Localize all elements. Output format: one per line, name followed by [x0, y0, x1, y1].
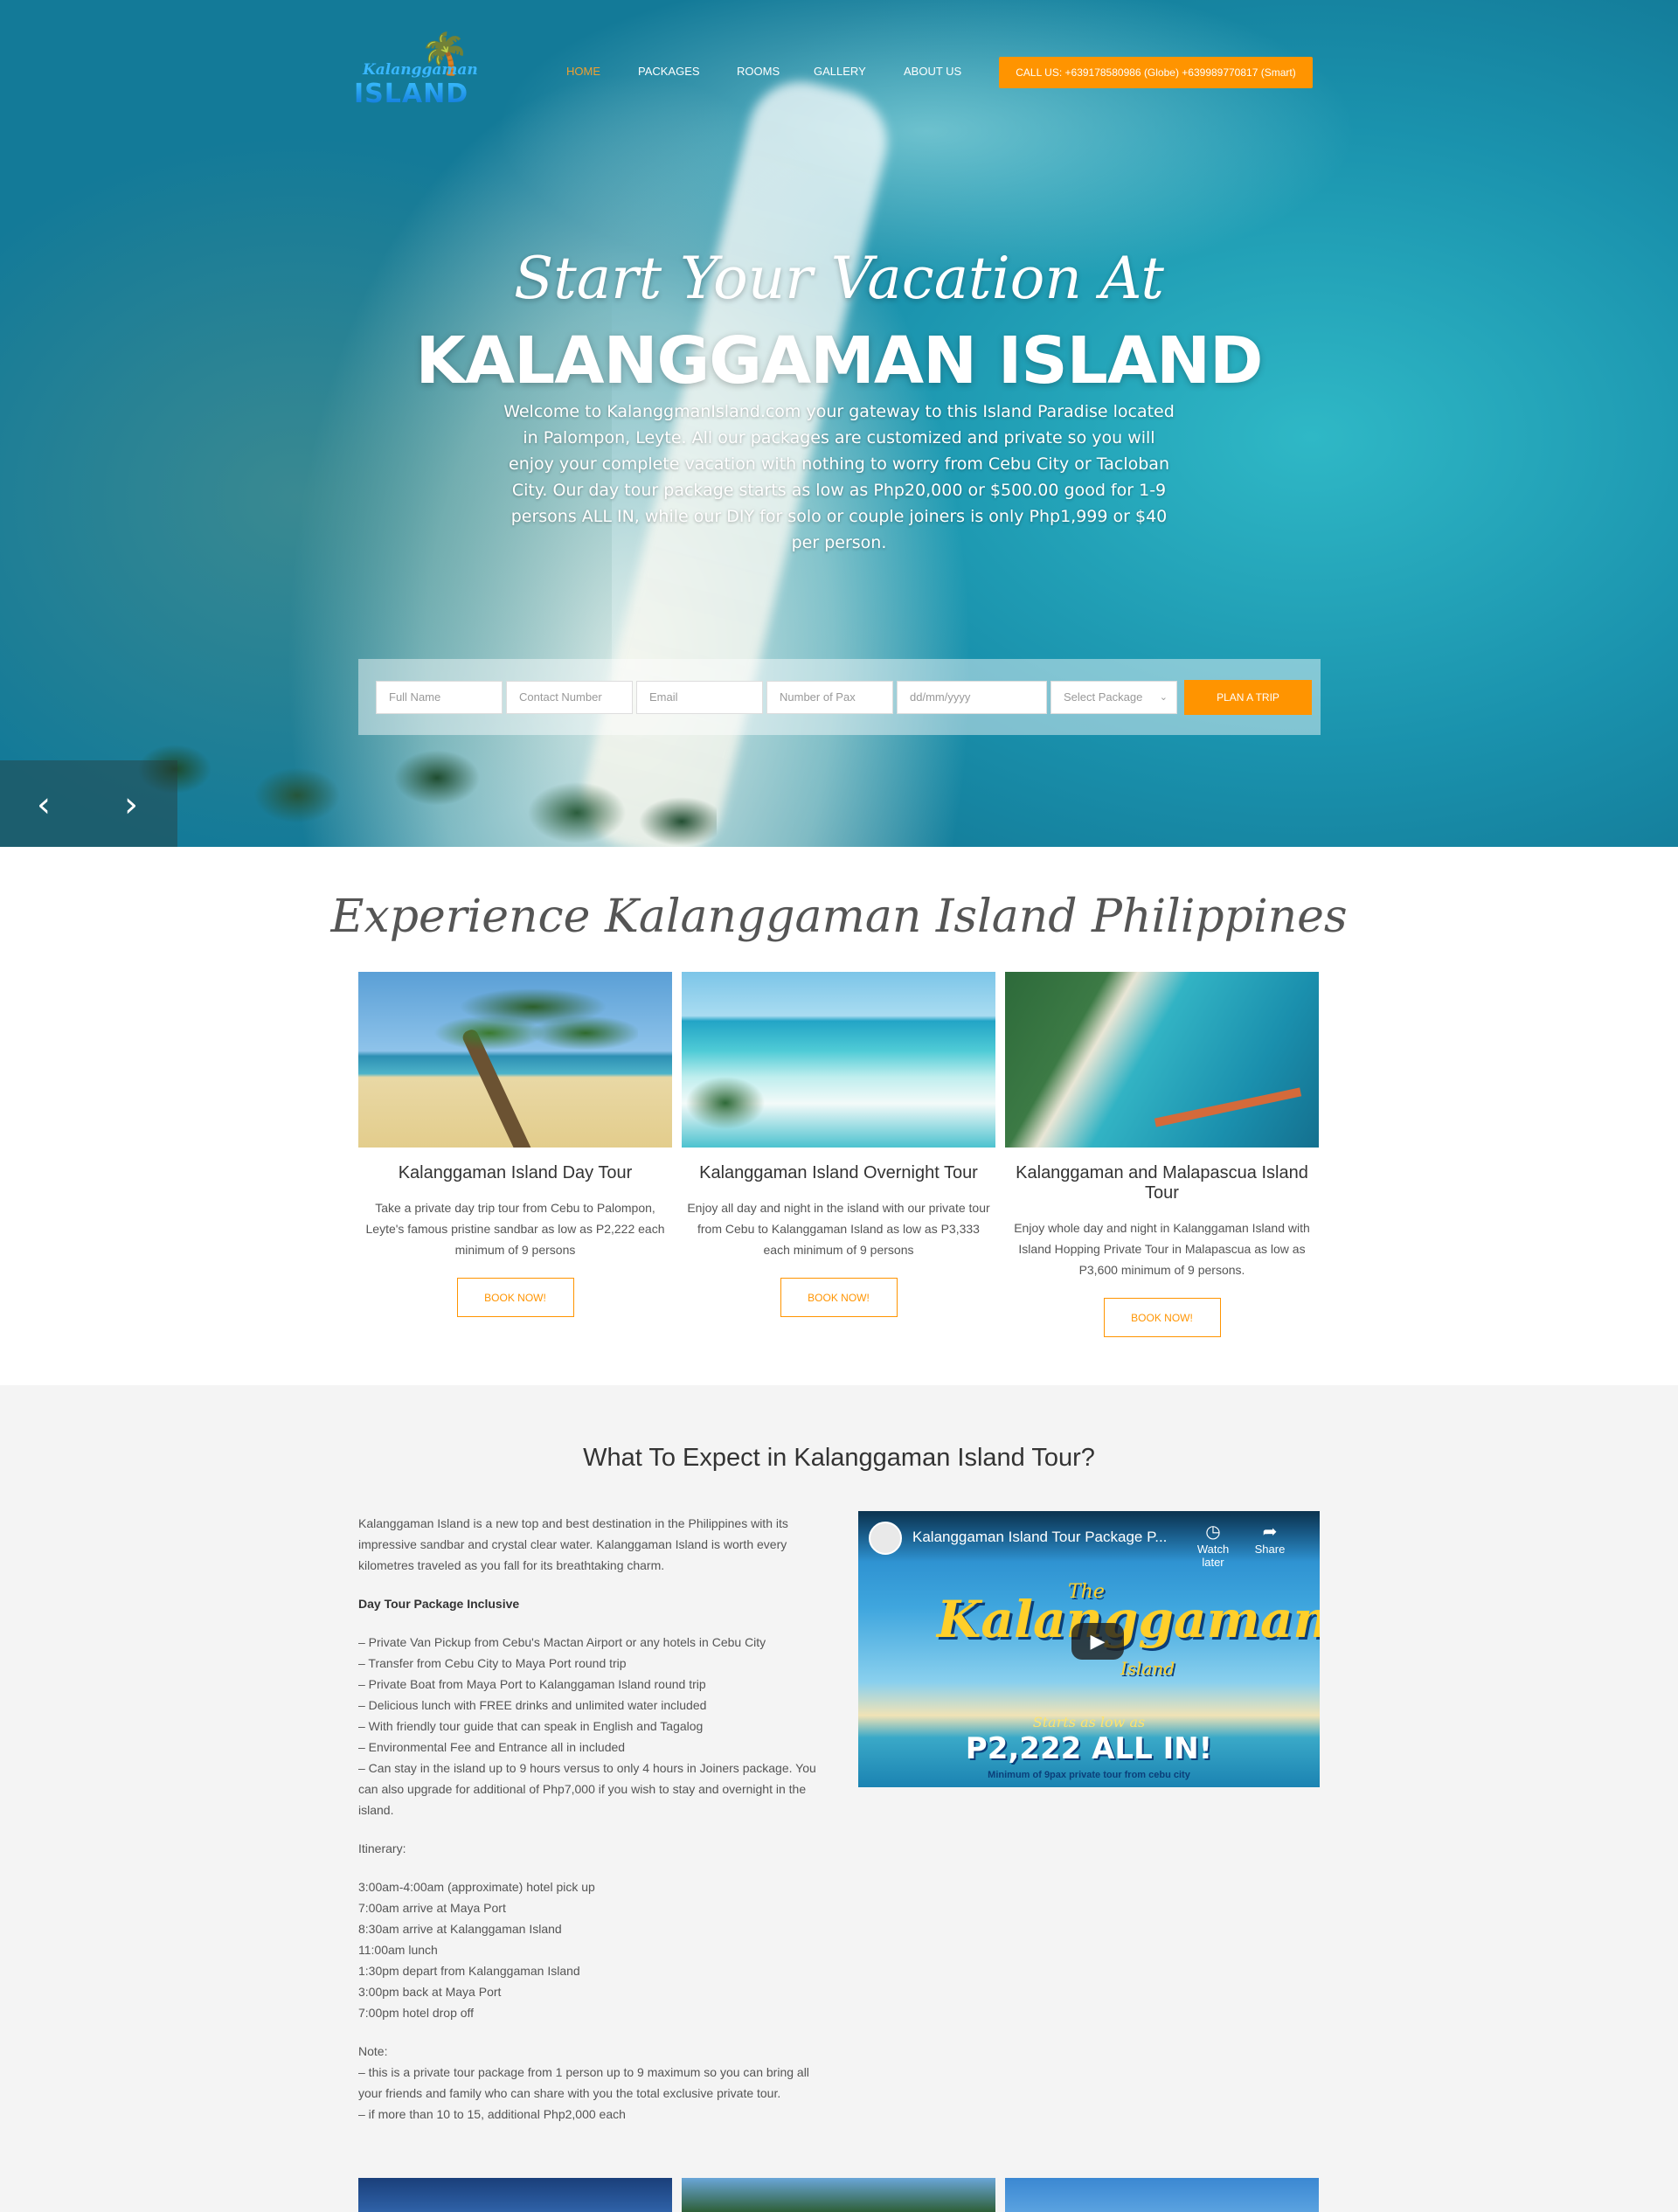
hero-script-heading: Start Your Vacation At	[514, 245, 1164, 312]
itinerary-item: 8:30am arrive at Kalanggaman Island	[358, 1922, 562, 1936]
package-select-value: Select Package	[1064, 690, 1143, 704]
experience-section: Experience Kalanggaman Island Philippine…	[0, 847, 1678, 1385]
palm-trees-graphic	[105, 717, 717, 847]
site-logo[interactable]: 🌴 Kalanggaman ISLAND	[354, 33, 485, 112]
thumbnail-starts: Starts as low as	[1032, 1714, 1146, 1730]
itinerary-heading: Itinerary:	[358, 1841, 406, 1855]
note-item: – if more than 10 to 15, additional Php2…	[358, 2107, 626, 2121]
chevron-down-icon: ⌄	[1159, 692, 1168, 703]
inclusive-item: – With friendly tour guide that can spea…	[358, 1719, 704, 1733]
full-name-input[interactable]: Full Name	[376, 680, 503, 714]
card-text: Enjoy all day and night in the island wi…	[687, 1201, 990, 1257]
hero-description: Welcome to KalanggmanIsland.com your gat…	[503, 402, 1175, 552]
book-now-button[interactable]: BOOK NOW!	[780, 1278, 898, 1317]
thumbnail-price: P2,222 ALL IN!	[965, 1731, 1213, 1766]
thumbnail-brand-sub: Island	[1120, 1658, 1175, 1679]
malapascua-tour-image[interactable]	[1005, 972, 1319, 1148]
card-text: Enjoy whole day and night in Kalanggaman…	[1014, 1221, 1310, 1277]
inclusive-item: – Can stay in the island up to 9 hours v…	[358, 1761, 816, 1817]
video-embed[interactable]: Kalanggaman Island Tour Package P... ◷ W…	[858, 1511, 1320, 1787]
inclusive-item: – Private Van Pickup from Cebu's Mactan …	[358, 1635, 766, 1649]
slider-controls: ‹ ›	[0, 760, 177, 847]
inclusive-item: – Delicious lunch with FREE drinks and u…	[358, 1698, 707, 1712]
nav-home[interactable]: HOME	[566, 65, 600, 78]
itinerary-item: 7:00am arrive at Maya Port	[358, 1901, 506, 1915]
share-icon: ➦	[1262, 1522, 1278, 1542]
inclusive-heading: Day Tour Package Inclusive	[358, 1597, 520, 1611]
prev-slide-icon[interactable]: ‹	[37, 785, 51, 825]
day-tour-image[interactable]	[358, 972, 672, 1148]
tour-card: Kalanggaman Island Overnight Tour Enjoy …	[682, 972, 995, 1317]
clock-icon: ◷	[1205, 1522, 1221, 1542]
call-us-button[interactable]: CALL US: +639178580986 (Globe) +63998977…	[999, 57, 1313, 88]
itinerary-item: 7:00pm hotel drop off	[358, 2006, 475, 2020]
itinerary-item: 3:00am-4:00am (approximate) hotel pick u…	[358, 1880, 595, 1894]
email-input[interactable]: Email	[636, 680, 763, 714]
play-icon[interactable]: ▶	[1071, 1623, 1124, 1660]
booking-form: Full Name Contact Number Email Number of…	[358, 659, 1321, 735]
nav-gallery[interactable]: GALLERY	[814, 65, 866, 78]
share-button[interactable]: ➦ Share	[1248, 1522, 1292, 1556]
expect-intro: Kalanggaman Island is a new top and best…	[358, 1516, 788, 1572]
note-item: – this is a private tour package from 1 …	[358, 2065, 809, 2100]
island-graphic	[682, 1068, 778, 1138]
logo-line2: ISLAND	[354, 79, 469, 109]
nav-rooms[interactable]: ROOMS	[737, 65, 780, 78]
hero-banner: 🌴 Kalanggaman ISLAND HOME PACKAGES ROOMS…	[0, 0, 1678, 847]
plan-a-trip-button[interactable]: PLAN A TRIP	[1184, 679, 1312, 715]
overnight-tour-image[interactable]	[682, 972, 995, 1148]
inclusive-item: – Transfer from Cebu City to Maya Port r…	[358, 1656, 627, 1670]
tour-card: Kalanggaman and Malapascua Island Tour E…	[1005, 972, 1319, 1337]
card-title[interactable]: Kalanggaman Island Overnight Tour	[682, 1163, 995, 1183]
inclusive-item: – Private Boat from Maya Port to Kalangg…	[358, 1677, 706, 1691]
inclusive-item: – Environmental Fee and Entrance all in …	[358, 1740, 626, 1754]
note-heading: Note:	[358, 2044, 388, 2058]
thumbnail-minimum: Minimum of 9pax private tour from cebu c…	[988, 1770, 1190, 1780]
palm-fronds-graphic	[428, 972, 638, 1068]
tour-card: Kalanggaman Island Day Tour Take a priva…	[358, 972, 672, 1317]
next-slide-icon[interactable]: ›	[124, 785, 138, 825]
watch-later-label: Watch later	[1196, 1543, 1230, 1569]
expect-content: Kalanggaman Island is a new top and best…	[358, 1513, 816, 2125]
video-title[interactable]: Kalanggaman Island Tour Package P...	[912, 1529, 1167, 1546]
channel-avatar[interactable]	[869, 1522, 902, 1555]
book-now-button[interactable]: BOOK NOW!	[1103, 1298, 1221, 1337]
gallery-image[interactable]	[1005, 2178, 1319, 2212]
hero-title: KALANGGAMAN ISLAND	[415, 323, 1264, 399]
card-title[interactable]: Kalanggaman and Malapascua Island Tour	[1005, 1163, 1319, 1203]
itinerary-item: 3:00pm back at Maya Port	[358, 1985, 502, 1999]
book-now-button[interactable]: BOOK NOW!	[456, 1278, 574, 1317]
contact-number-input[interactable]: Contact Number	[506, 680, 633, 714]
pier-graphic	[1154, 1087, 1302, 1127]
watch-later-button[interactable]: ◷ Watch later	[1187, 1522, 1239, 1569]
date-input[interactable]: dd/mm/yyyy	[897, 680, 1047, 714]
share-label: Share	[1254, 1543, 1286, 1556]
gallery-image[interactable]	[682, 2178, 995, 2212]
expect-heading: What To Expect in Kalanggaman Island Tou…	[583, 1444, 1095, 1472]
logo-line1: Kalanggaman	[363, 61, 478, 79]
gallery-image[interactable]	[358, 2178, 672, 2212]
card-title[interactable]: Kalanggaman Island Day Tour	[358, 1163, 672, 1183]
itinerary-item: 11:00am lunch	[358, 1943, 438, 1957]
experience-heading: Experience Kalanggaman Island Philippine…	[330, 891, 1348, 943]
number-of-pax-input[interactable]: Number of Pax	[766, 680, 893, 714]
itinerary-item: 1:30pm depart from Kalanggaman Island	[358, 1964, 580, 1978]
card-text: Take a private day trip tour from Cebu t…	[365, 1201, 665, 1257]
nav-about-us[interactable]: ABOUT US	[904, 65, 961, 78]
package-select[interactable]: Select Package ⌄	[1050, 680, 1177, 714]
nav-packages[interactable]: PACKAGES	[638, 65, 700, 78]
